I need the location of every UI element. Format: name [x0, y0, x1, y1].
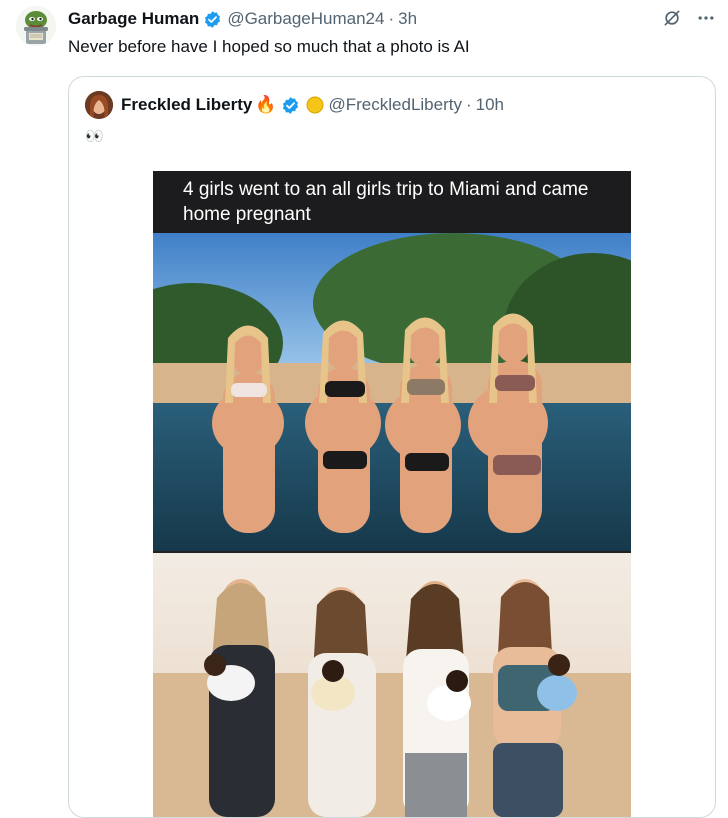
author-handle[interactable]: @GarbageHuman24 — [227, 9, 384, 29]
freckled-avatar-image — [85, 91, 113, 119]
meme-caption: 4 girls went to an all girls trip to Mia… — [183, 179, 589, 225]
quoted-author-handle[interactable]: @FreckledLiberty — [329, 95, 462, 115]
meme-caption-bar: 4 girls went to an all girls trip to Mia… — [153, 171, 631, 233]
fire-emoji: 🔥 — [255, 95, 277, 114]
separator-dot: · — [465, 95, 472, 114]
quoted-tweet-text: 👀 — [85, 128, 104, 145]
separator-dot: · — [388, 9, 395, 28]
tweet-timestamp[interactable]: 3h — [398, 9, 417, 29]
quoted-tweet-card[interactable]: Freckled Liberty 🔥 @FreckledLiberty · 10… — [68, 76, 716, 818]
more-options-icon[interactable] — [696, 8, 716, 28]
header-actions — [662, 8, 716, 28]
verified-badge-icon — [281, 96, 300, 115]
tweet-text: Never before have I hoped so much that a… — [68, 37, 470, 56]
verified-badge-icon — [203, 10, 222, 29]
quoted-tweet-header: Freckled Liberty 🔥 @FreckledLiberty · 10… — [85, 91, 504, 119]
author-avatar[interactable] — [16, 6, 56, 46]
pepe-trashcan-avatar-image — [16, 6, 56, 46]
quoted-author-avatar[interactable] — [85, 91, 113, 119]
yellow-circle-emoji-icon — [306, 96, 324, 114]
quoted-author-name[interactable]: Freckled Liberty — [121, 95, 252, 115]
quoted-tweet-image[interactable]: 4 girls went to an all girls trip to Mia… — [153, 171, 631, 817]
meme-photo-bottom — [153, 553, 631, 817]
quoted-timestamp[interactable]: 10h — [476, 95, 504, 115]
meme-photo-top — [153, 233, 631, 551]
author-name[interactable]: Garbage Human — [68, 9, 199, 29]
grok-icon[interactable] — [662, 8, 682, 28]
tweet-header: Garbage Human @GarbageHuman24 · 3h — [68, 8, 716, 30]
